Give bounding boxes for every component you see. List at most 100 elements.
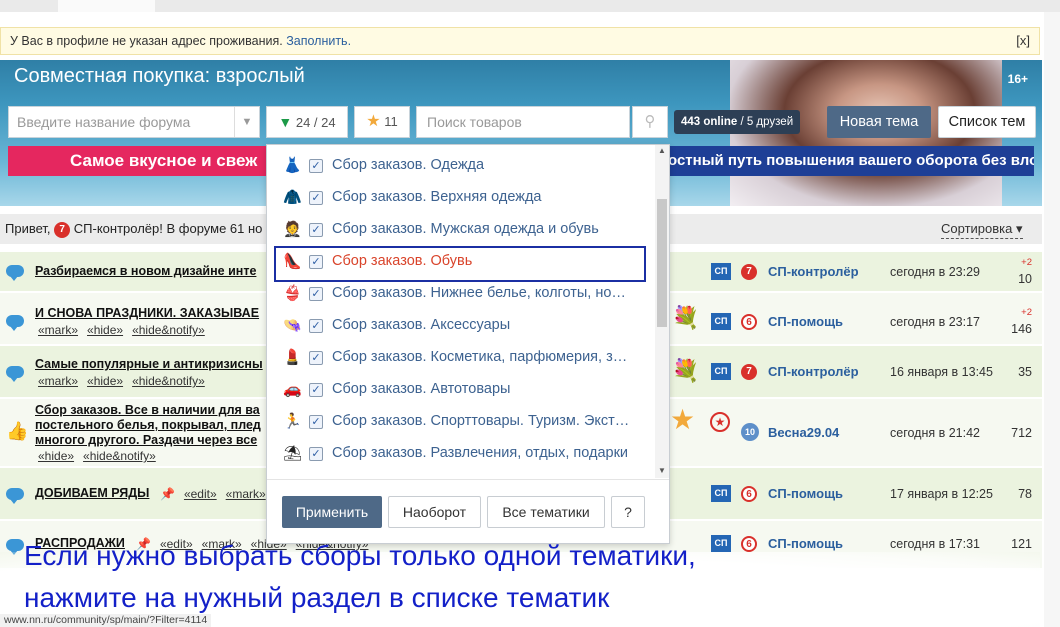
new-topic-button[interactable]: Новая тема	[827, 106, 931, 138]
theme-item-menswear[interactable]: 🤵 ✓ Сбор заказов. Мужская одежда и обувь	[267, 214, 653, 246]
tag-hide[interactable]: «hide»	[87, 374, 123, 388]
favorites-count: 11	[384, 114, 398, 129]
topic-title-line3[interactable]: многого другого. Раздачи через все	[35, 433, 257, 447]
browser-tab[interactable]	[58, 0, 155, 12]
user-level-icon: 10	[741, 423, 759, 441]
author-link[interactable]: СП-контролёр	[768, 264, 859, 279]
topic-title[interactable]: И СНОВА ПРАЗДНИКИ. ЗАКАЗЫВАЕ	[35, 306, 259, 320]
tag-hide-notify[interactable]: «hide&notify»	[132, 323, 205, 337]
topic-title[interactable]: Разбираемся в новом дизайне инте	[35, 264, 256, 278]
tag-hide-notify[interactable]: «hide&notify»	[83, 449, 156, 463]
theme-label: Сбор заказов. Развлечения, отдых, подарк…	[332, 445, 629, 461]
apply-button[interactable]: Применить	[282, 496, 382, 528]
theme-checkbox[interactable]: ✓	[309, 319, 323, 333]
bouquet-icon: 💐	[672, 305, 700, 330]
theme-item-sport[interactable]: 🏃 ✓ Сбор заказов. Спорттовары. Туризм. Э…	[267, 406, 653, 438]
star-icon: ★	[366, 113, 381, 130]
notice-text: У Вас в профиле не указан адрес проживан…	[10, 34, 283, 48]
last-post-date: 16 января в 13:45	[890, 365, 993, 379]
sort-dropdown[interactable]: Сортировка ▾	[941, 220, 1023, 239]
sp-icon: СП	[711, 263, 731, 280]
topic-list-button[interactable]: Список тем	[938, 106, 1036, 138]
forum-name-input[interactable]: Введите название форума ▼	[8, 106, 260, 138]
tag-hide-notify[interactable]: «hide&notify»	[132, 374, 205, 388]
post-count: 712	[1011, 426, 1032, 440]
sp-icon: СП	[711, 535, 731, 552]
online-badge[interactable]: 443 online / 5 друзей	[674, 110, 801, 134]
theme-item-clothes[interactable]: 👗 ✓ Сбор заказов. Одежда	[267, 150, 653, 182]
theme-item-lingerie[interactable]: 👙 ✓ Сбор заказов. Нижнее белье, колготы,…	[267, 278, 653, 310]
comment-icon	[6, 366, 24, 382]
user-level-icon: 7	[741, 263, 757, 281]
author-link[interactable]: СП-помощь	[768, 314, 843, 329]
scroll-down-arrow-icon[interactable]: ▼	[655, 465, 669, 477]
help-button[interactable]: ?	[611, 496, 645, 528]
theme-item-cosmetics[interactable]: 💄 ✓ Сбор заказов. Косметика, парфюмерия,…	[267, 342, 653, 374]
dropdown-scroll-thumb[interactable]	[657, 199, 667, 327]
invert-button[interactable]: Наоборот	[388, 496, 481, 528]
comment-icon	[6, 265, 24, 281]
theme-checkbox[interactable]: ✓	[309, 159, 323, 173]
sp-icon: СП	[711, 485, 731, 502]
topic-tags: 📌 «edit» «mark»	[160, 487, 275, 501]
friends-count: / 5 друзей	[737, 116, 794, 128]
favorites-button[interactable]: ★ 11	[354, 106, 410, 138]
new-posts-count: +2	[1021, 257, 1032, 268]
tag-mark[interactable]: «mark»	[226, 487, 266, 501]
theme-checkbox[interactable]: ✓	[309, 351, 323, 365]
theme-checkbox[interactable]: ✓	[309, 255, 323, 269]
tag-hide[interactable]: «hide»	[38, 449, 74, 463]
new-posts-count: +2	[1021, 307, 1032, 318]
tag-mark[interactable]: «mark»	[38, 374, 78, 388]
hat-icon: 👒	[283, 317, 302, 334]
topic-tags: «hide» «hide&notify»	[38, 449, 165, 463]
scroll-up-arrow-icon[interactable]: ▲	[655, 145, 669, 157]
thumbs-up-icon: 👍	[6, 421, 29, 441]
theme-checkbox[interactable]: ✓	[309, 287, 323, 301]
chevron-down-icon[interactable]: ▼	[234, 107, 259, 137]
user-badge-icon: 7	[54, 221, 71, 238]
theme-label: Сбор заказов. Косметика, парфюмерия, з…	[332, 349, 628, 365]
notice-fill-link[interactable]: Заполнить.	[286, 34, 351, 48]
theme-checkbox[interactable]: ✓	[309, 415, 323, 429]
greeting-user: СП-контролёр! В форуме 61 но	[73, 221, 263, 236]
theme-label: Сбор заказов. Спорттовары. Туризм. Экст…	[332, 413, 630, 429]
search-icon[interactable]: ⚲	[632, 106, 668, 138]
theme-item-shoes[interactable]: 👠 ✓ Сбор заказов. Обувь	[274, 246, 646, 282]
topic-title-line2[interactable]: постельного белья, покрывал, плед	[35, 418, 261, 432]
author-link[interactable]: СП-помощь	[768, 536, 843, 551]
theme-checkbox[interactable]: ✓	[309, 383, 323, 397]
product-search-input[interactable]: Поиск товаров	[416, 106, 630, 138]
theme-checkbox[interactable]: ✓	[309, 223, 323, 237]
promo-banner-left[interactable]: Самое вкусное и свеж	[8, 146, 276, 176]
theme-item-outerwear[interactable]: 🧥 ✓ Сбор заказов. Верхняя одежда	[267, 182, 653, 214]
theme-item-accessories[interactable]: 👒 ✓ Сбор заказов. Аксессуары	[267, 310, 653, 342]
author-link[interactable]: СП-помощь	[768, 486, 843, 501]
topic-title[interactable]: Сбор заказов. Все в наличии для ва	[35, 403, 260, 417]
bouquet-icon: 💐	[672, 358, 700, 383]
theme-checkbox[interactable]: ✓	[309, 191, 323, 205]
theme-item-auto[interactable]: 🚗 ✓ Сбор заказов. Автотовары	[267, 374, 653, 406]
post-count: 10	[1018, 272, 1032, 286]
all-themes-button[interactable]: Все тематики	[487, 496, 605, 528]
promo-banner-right[interactable]: остный путь повышения вашего оборота без…	[668, 146, 1034, 176]
funnel-icon: ▼	[278, 114, 293, 130]
theme-label: Сбор заказов. Автотовары	[332, 381, 511, 397]
browser-top-strip	[0, 0, 1060, 12]
theme-checkbox[interactable]: ✓	[309, 447, 323, 461]
author-link[interactable]: Весна29.04	[768, 425, 839, 440]
theme-item-leisure[interactable]: ⛱ ✓ Сбор заказов. Развлечения, отдых, по…	[267, 438, 653, 470]
annotation-line-1: Если нужно выбрать сборы только одной те…	[24, 540, 696, 571]
author-link[interactable]: СП-контролёр	[768, 364, 859, 379]
notice-close-button[interactable]: [x]	[1016, 28, 1030, 54]
theme-filter-button[interactable]: ▼ 24 / 24	[266, 106, 348, 138]
tag-edit[interactable]: «edit»	[184, 487, 217, 501]
topic-title[interactable]: ДОБИВАЕМ РЯДЫ	[35, 486, 149, 500]
search-placeholder: Поиск товаров	[427, 114, 522, 130]
user-level-icon: 6	[741, 485, 757, 503]
tag-mark[interactable]: «mark»	[38, 323, 78, 337]
page-title: Совместная покупка: взрослый	[14, 65, 305, 87]
tag-hide[interactable]: «hide»	[87, 323, 123, 337]
topic-title[interactable]: Самые популярные и антикризисны	[35, 357, 263, 371]
page-scrollbar[interactable]	[1044, 12, 1060, 627]
